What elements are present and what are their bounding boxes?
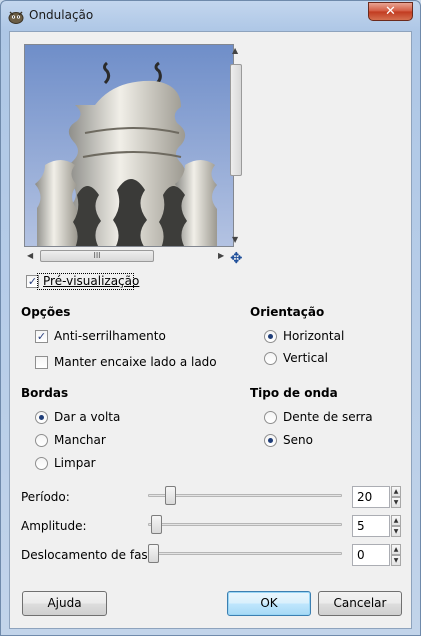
retain-tile-checkbox[interactable] xyxy=(35,356,48,369)
phase-label: Deslocamento de fase: xyxy=(21,548,160,562)
cancel-button[interactable]: Cancelar xyxy=(318,591,402,616)
amplitude-slider-track[interactable] xyxy=(148,523,342,526)
phase-slider-thumb[interactable] xyxy=(148,544,159,563)
period-increment-icon[interactable]: ▲ xyxy=(391,486,401,497)
window-title: Ondulação xyxy=(29,8,94,22)
amplitude-increment-icon[interactable]: ▲ xyxy=(391,515,401,526)
amplitude-decrement-icon[interactable]: ▼ xyxy=(391,526,401,537)
preview-horizontal-scrollbar[interactable]: ◀ III ▶ xyxy=(24,248,228,264)
antialias-label[interactable]: Anti-serrilhamento xyxy=(54,329,166,343)
move-icon[interactable]: ✥ xyxy=(230,250,246,266)
preview-label[interactable]: Pré-visualização xyxy=(43,274,139,288)
amplitude-slider-thumb[interactable] xyxy=(151,515,162,534)
close-icon: ✕ xyxy=(385,4,396,19)
sawtooth-radio[interactable] xyxy=(264,411,277,424)
horizontal-label[interactable]: Horizontal xyxy=(283,329,344,343)
dialog-content: ▲ ▼ ◀ III ▶ ✥ ✓ Pré-visualização Opções … xyxy=(9,31,412,629)
help-button[interactable]: Ajuda xyxy=(22,591,107,616)
period-decrement-icon[interactable]: ▼ xyxy=(391,497,401,508)
vertical-radio[interactable] xyxy=(264,352,277,365)
preview-vertical-scrollbar[interactable]: ▲ ▼ xyxy=(228,44,244,247)
phase-increment-icon[interactable]: ▲ xyxy=(391,544,401,555)
period-slider-track[interactable] xyxy=(148,494,342,497)
smear-radio[interactable] xyxy=(35,434,48,447)
wrap-label[interactable]: Dar a volta xyxy=(54,410,120,424)
scroll-down-icon[interactable]: ▼ xyxy=(232,235,238,244)
orientation-heading: Orientação xyxy=(250,305,325,319)
antialias-checkbox[interactable]: ✓ xyxy=(35,330,48,343)
horizontal-scroll-thumb[interactable]: III xyxy=(40,250,154,262)
horizontal-radio[interactable] xyxy=(264,330,277,343)
wrap-radio[interactable] xyxy=(35,411,48,424)
ok-button[interactable]: OK xyxy=(227,591,311,616)
preview-picture xyxy=(25,45,233,246)
scroll-up-icon[interactable]: ▲ xyxy=(232,46,238,55)
smear-label[interactable]: Manchar xyxy=(54,433,106,447)
options-heading: Opções xyxy=(21,305,71,319)
scroll-left-icon[interactable]: ◀ xyxy=(27,251,33,260)
gimp-app-icon xyxy=(8,11,24,24)
sine-label[interactable]: Seno xyxy=(283,433,313,447)
period-slider-thumb[interactable] xyxy=(165,486,176,505)
vertical-label[interactable]: Vertical xyxy=(283,351,328,365)
sawtooth-label[interactable]: Dente de serra xyxy=(283,410,373,424)
sine-radio[interactable] xyxy=(264,434,277,447)
amplitude-input[interactable]: 5 xyxy=(352,515,390,537)
vertical-scroll-thumb[interactable] xyxy=(230,64,242,176)
blank-label[interactable]: Limpar xyxy=(54,456,96,470)
period-input[interactable]: 20 xyxy=(352,486,390,508)
wave-type-heading: Tipo de onda xyxy=(250,386,338,400)
blank-radio[interactable] xyxy=(35,457,48,470)
amplitude-label: Amplitude: xyxy=(21,519,87,533)
retain-tile-label[interactable]: Manter encaixe lado a lado xyxy=(54,355,217,369)
period-label: Período: xyxy=(21,490,70,504)
edges-heading: Bordas xyxy=(21,386,69,400)
phase-slider-track[interactable] xyxy=(148,552,342,555)
dialog-window: Ondulação ✕ ▲ ▼ ◀ III ▶ ✥ ✓ Pré-visualiz… xyxy=(0,0,421,636)
title-bar[interactable]: Ondulação ✕ xyxy=(1,1,420,31)
scroll-right-icon[interactable]: ▶ xyxy=(218,251,224,260)
close-button[interactable]: ✕ xyxy=(368,2,413,21)
phase-input[interactable]: 0 xyxy=(352,544,390,566)
phase-decrement-icon[interactable]: ▼ xyxy=(391,555,401,566)
preview-image[interactable] xyxy=(24,44,234,247)
